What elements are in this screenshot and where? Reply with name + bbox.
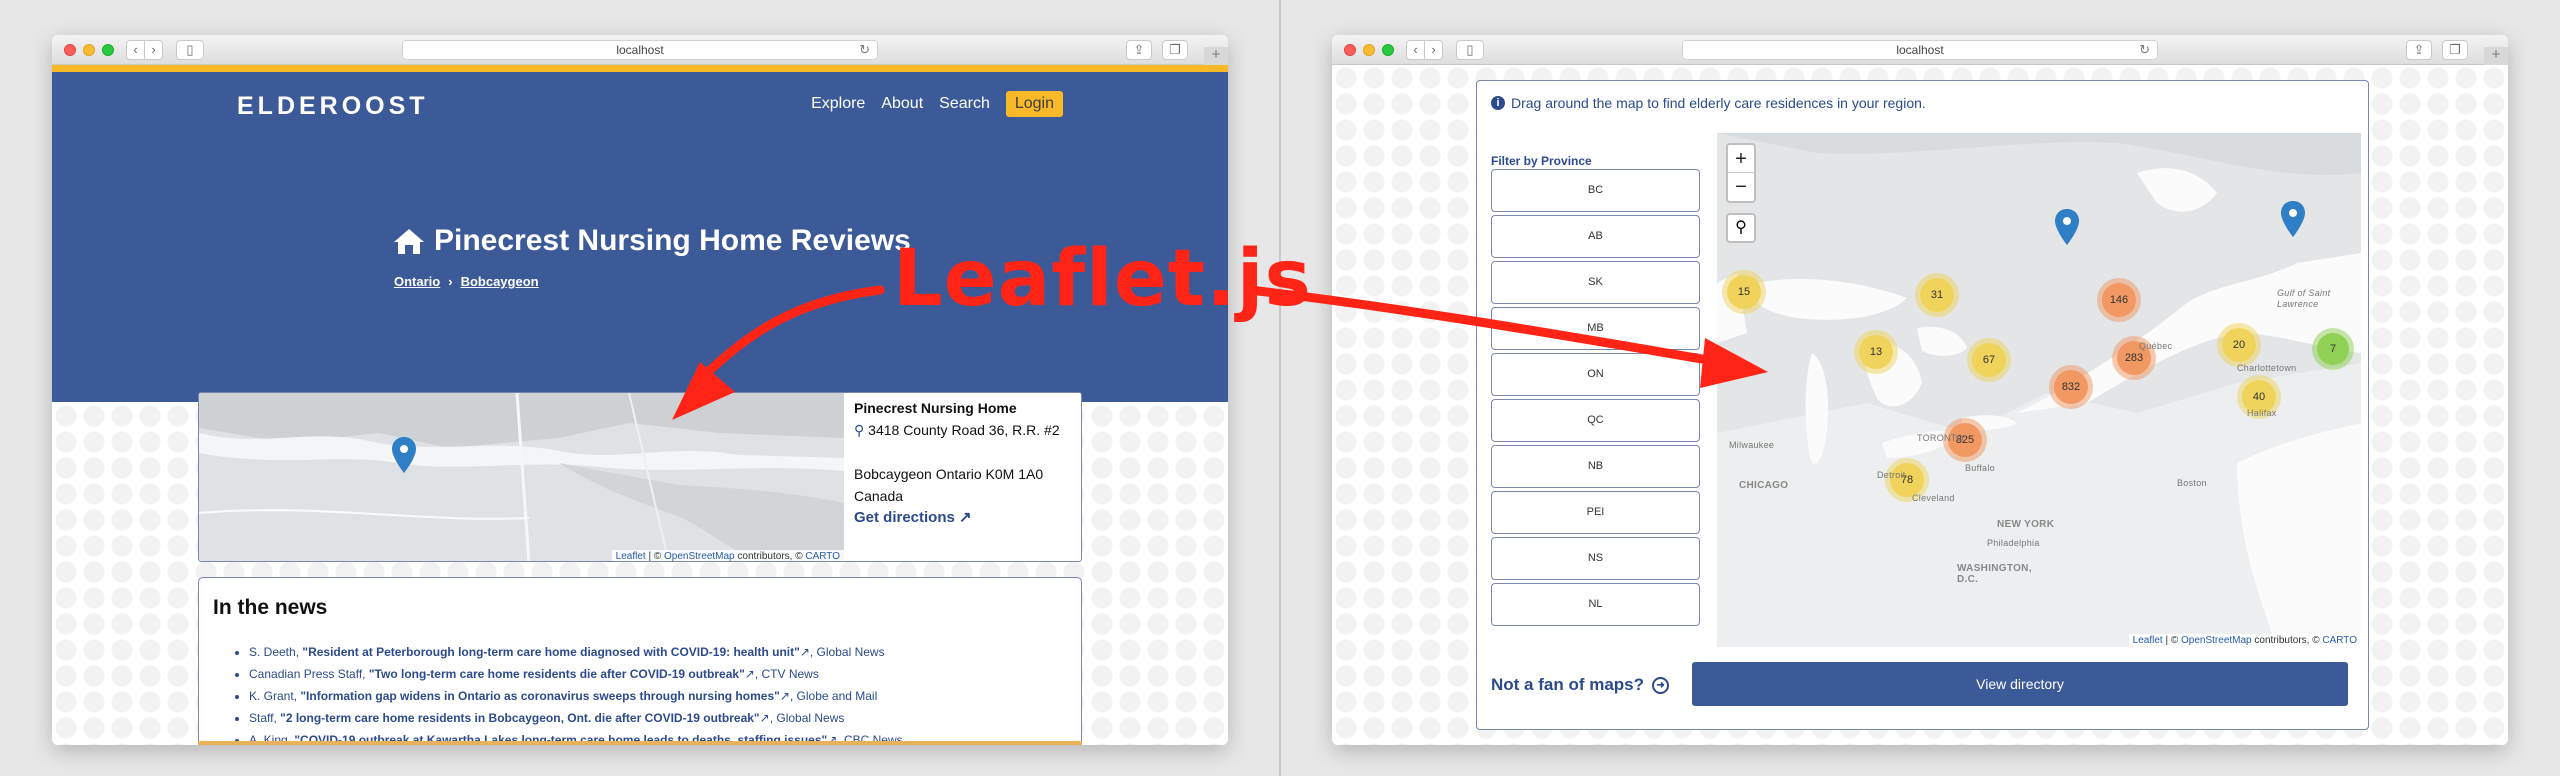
annotation-arrowhead-right (1700, 338, 1768, 388)
annotation-arrow-right (1245, 285, 1725, 367)
annotation-arrows (672, 285, 1768, 420)
annotation-arrow-left (695, 285, 885, 385)
annotation-arrowhead-left (672, 362, 735, 420)
